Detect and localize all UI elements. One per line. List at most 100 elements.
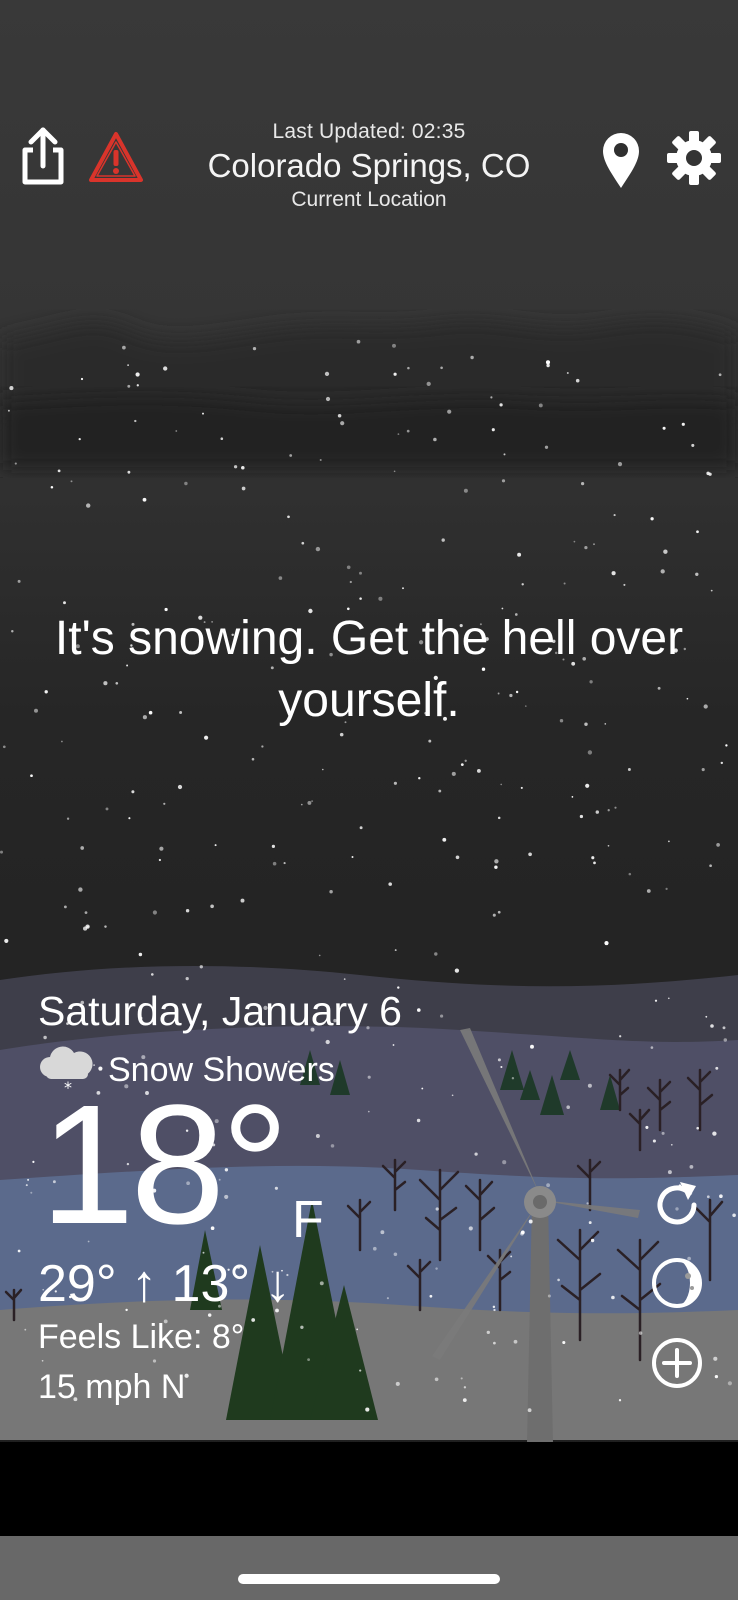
snowflake [339,732,344,737]
snowflake [546,1183,550,1188]
snowflake [359,826,363,830]
snowflake [158,858,162,862]
snowflake [650,517,654,521]
snowflake [289,454,293,457]
snowflake [417,1008,421,1012]
snowflake [163,802,166,805]
snowflake [434,1377,439,1382]
snowflake [367,1075,371,1079]
snowflake [240,898,245,903]
snowflake [4,938,9,943]
snowflake [706,1195,710,1199]
snowflake [460,1377,463,1380]
snowflake [710,589,713,592]
snowflake [716,843,720,847]
snowflake [587,750,593,755]
snowflake [11,629,14,633]
snowflake [204,735,209,740]
snowflake [150,973,154,976]
snowflake [319,1281,324,1286]
city-name[interactable]: Colorado Springs, CO [150,147,588,185]
snowflake [241,466,245,470]
snowflake [660,569,665,574]
snowflake [127,364,129,366]
snowflake [566,372,569,374]
snowflake [24,1328,27,1331]
snowflake [131,790,135,794]
snowflake [272,861,277,866]
snowflake [210,904,214,909]
snowflake [441,538,445,542]
snowflake [135,372,140,377]
snowflake [251,757,255,761]
snowflake [177,784,183,790]
snowflake [27,1178,30,1181]
snowflake [447,409,452,414]
snowflake [463,488,468,493]
snowflake [500,783,503,786]
snowflake [349,580,352,584]
snowflake [393,781,397,785]
snowflake [442,837,447,842]
snowflake [502,1160,507,1165]
snowflake [152,910,157,915]
snowflake [520,1230,525,1235]
snowflake [719,1194,723,1199]
share-icon[interactable] [18,126,68,186]
snowflake [689,1165,694,1169]
snowflake [513,1339,518,1344]
snowflake [544,445,549,449]
snowflake [546,363,550,368]
snowflake [84,911,88,914]
snowflake [307,800,312,805]
distant-mountains-2 [0,394,738,470]
snowflake [492,913,496,917]
snowflake [315,546,321,552]
alert-triangle-icon[interactable] [88,130,144,184]
snowflake [300,803,303,806]
snowflake [50,485,54,489]
snowflake [220,437,224,441]
snowflake [80,846,85,850]
snowflake [604,941,609,946]
weather-scene-background [0,0,738,1600]
snowflake [714,1374,719,1379]
header-bar: Last Updated: 02:35 Colorado Springs, CO… [0,110,738,230]
home-indicator[interactable] [238,1574,500,1584]
snowflake [470,355,474,360]
snowflake [241,486,246,491]
snowflake [307,1358,310,1361]
refresh-icon[interactable] [650,1178,704,1232]
snowflake [627,768,631,771]
add-circle-icon[interactable] [650,1336,704,1390]
snowflake [696,530,699,534]
snowflake [435,1267,438,1270]
temperature-unit[interactable]: F [292,1190,324,1250]
snowflake [696,1126,699,1130]
snowflake [233,465,238,469]
bottom-ground-strip [0,1536,738,1600]
snowflake [337,413,342,418]
snowflake [455,855,460,860]
snowflake [521,583,524,586]
snowflake [527,1408,532,1413]
snowflake [322,768,324,771]
map-pin-icon[interactable] [600,130,642,190]
snowflake [691,443,695,447]
snowflake [701,768,705,772]
location-header: Last Updated: 02:35 Colorado Springs, CO… [150,120,588,212]
snowflake [122,345,126,350]
snowflake [365,1407,370,1412]
snowflake [378,596,383,601]
snowflake [650,1046,654,1049]
snowflake [34,708,38,713]
snowflake [271,844,275,849]
snowflake [468,1226,473,1231]
snowflake [590,1238,595,1243]
gear-icon[interactable] [666,130,722,186]
snowflake [315,1134,320,1138]
snowflake [380,1230,385,1235]
snowflake [723,1038,728,1042]
moon-phase-icon[interactable] [650,1256,704,1310]
snowflake [628,872,632,876]
